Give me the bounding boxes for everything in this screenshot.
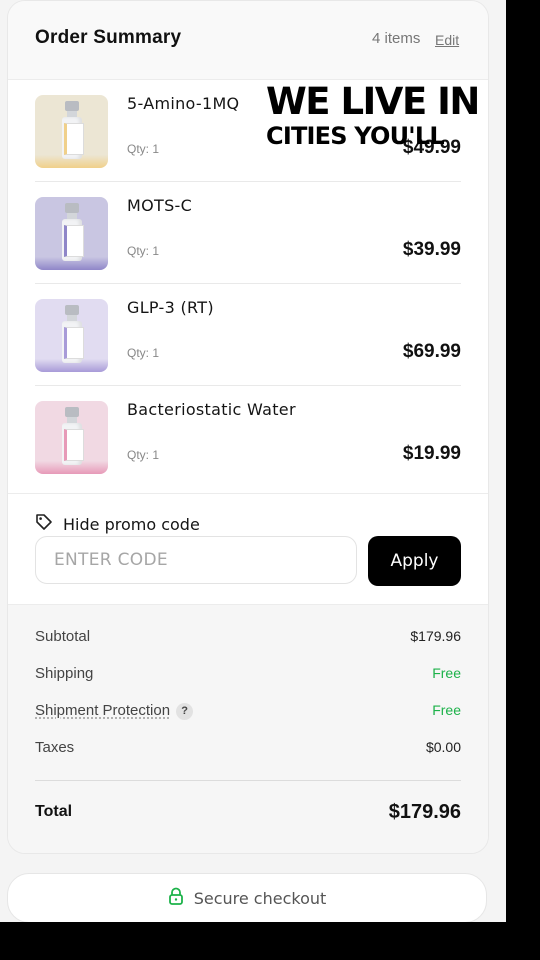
shipment-protection-label[interactable]: Shipment Protection bbox=[35, 702, 170, 719]
tag-icon bbox=[35, 513, 53, 536]
lock-icon bbox=[168, 887, 184, 910]
vial-image bbox=[61, 203, 84, 261]
secure-checkout-label: Secure checkout bbox=[193, 888, 327, 908]
promo-toggle[interactable]: Hide promo code bbox=[35, 513, 200, 536]
item-price: $19.99 bbox=[402, 443, 461, 464]
item-price: $69.99 bbox=[402, 341, 461, 362]
item-price: $49.99 bbox=[402, 137, 461, 158]
cart-item: 5-Amino-1MQ Qty: 1 $49.99 bbox=[35, 80, 461, 182]
shipment-protection-row: Shipment Protection? Free bbox=[35, 702, 461, 724]
shipping-row: Shipping Free bbox=[35, 665, 461, 687]
taxes-value: $0.00 bbox=[425, 739, 461, 755]
order-summary-header: Order Summary 4 items Edit bbox=[8, 1, 488, 80]
taxes-row: Taxes $0.00 bbox=[35, 739, 461, 761]
product-thumbnail bbox=[35, 299, 108, 372]
subtotal-value: $179.96 bbox=[410, 628, 461, 644]
order-summary-card: Order Summary 4 items Edit 5-Amino-1MQ Q… bbox=[7, 0, 489, 854]
page-title: Order Summary bbox=[35, 27, 182, 48]
product-thumbnail bbox=[35, 197, 108, 270]
total-row: Total $179.96 bbox=[35, 801, 461, 829]
vial-image bbox=[61, 407, 84, 465]
item-name: GLP-3 (RT) bbox=[127, 298, 214, 317]
secure-checkout-button[interactable]: Secure checkout bbox=[7, 873, 487, 922]
item-qty: Qty: 1 bbox=[127, 142, 160, 156]
item-qty: Qty: 1 bbox=[127, 448, 160, 462]
taxes-label: Taxes bbox=[35, 739, 75, 756]
order-totals: Subtotal $179.96 Shipping Free Shipment … bbox=[8, 605, 488, 853]
vial-image bbox=[61, 101, 84, 159]
item-name: MOTS-C bbox=[127, 196, 193, 215]
promo-code-input[interactable] bbox=[35, 536, 357, 584]
item-name: 5-Amino-1MQ bbox=[127, 94, 240, 113]
apply-button[interactable]: Apply bbox=[368, 536, 461, 586]
shipping-value: Free bbox=[432, 665, 461, 681]
item-qty: Qty: 1 bbox=[127, 244, 160, 258]
checkout-screen: Order Summary 4 items Edit 5-Amino-1MQ Q… bbox=[0, 0, 506, 922]
items-count: 4 items bbox=[372, 30, 421, 47]
item-qty: Qty: 1 bbox=[127, 346, 160, 360]
total-value: $179.96 bbox=[388, 801, 461, 823]
shipping-label: Shipping bbox=[35, 665, 94, 682]
item-name: Bacteriostatic Water bbox=[127, 400, 296, 419]
total-label: Total bbox=[35, 803, 73, 820]
product-thumbnail bbox=[35, 401, 108, 474]
edit-link[interactable]: Edit bbox=[435, 32, 459, 48]
help-icon[interactable]: ? bbox=[176, 703, 194, 720]
cart-item: Bacteriostatic Water Qty: 1 $19.99 bbox=[35, 386, 461, 487]
cart-item: MOTS-C Qty: 1 $39.99 bbox=[35, 182, 461, 284]
divider bbox=[35, 780, 461, 781]
product-thumbnail bbox=[35, 95, 108, 168]
shipment-protection-value: Free bbox=[432, 702, 461, 718]
vial-image bbox=[61, 305, 84, 363]
item-price: $39.99 bbox=[402, 239, 461, 260]
promo-section: Hide promo code Apply bbox=[8, 494, 488, 605]
promo-toggle-label: Hide promo code bbox=[63, 514, 200, 534]
cart-item: GLP-3 (RT) Qty: 1 $69.99 bbox=[35, 284, 461, 386]
subtotal-label: Subtotal bbox=[35, 628, 91, 645]
subtotal-row: Subtotal $179.96 bbox=[35, 628, 461, 650]
cart-item-list: 5-Amino-1MQ Qty: 1 $49.99 MOTS-C Qty: 1 … bbox=[8, 80, 488, 494]
